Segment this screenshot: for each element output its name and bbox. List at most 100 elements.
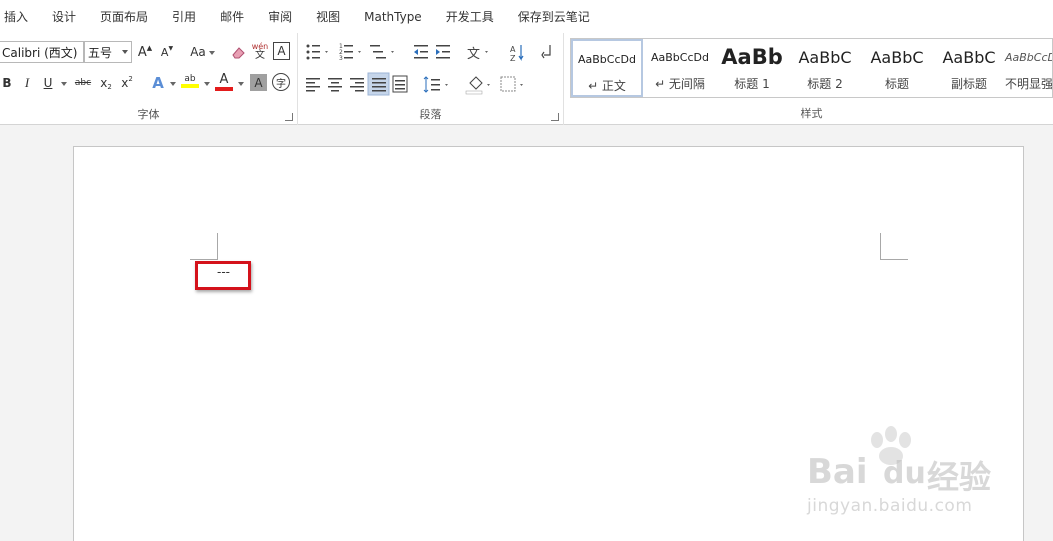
text-effects-button[interactable]: A <box>148 73 168 93</box>
style-preview: AaBbC <box>798 47 852 67</box>
style-heading-2[interactable]: AaBbC 标题 2 <box>789 39 861 97</box>
sort-icon: A Z <box>510 45 524 63</box>
character-shading-button[interactable]: A <box>250 74 267 91</box>
chinese-layout-icon: 文 <box>467 47 488 62</box>
style-heading-1[interactable]: AaBb 标题 1 <box>716 39 788 97</box>
margin-corner-top-right <box>880 233 881 260</box>
font-size-combo[interactable]: 五号 <box>84 41 132 63</box>
font-size-value: 五号 <box>88 46 113 60</box>
phonetic-guide-button[interactable]: wén 文 <box>250 41 270 61</box>
baidu-jingyan-watermark: Bai du 经验 jingyan.baidu.com <box>805 426 1005 521</box>
font-name-value: Calibri (西文) <box>2 46 78 60</box>
style-no-spacing[interactable]: AaBbCcDd ↵ 无间隔 <box>644 39 716 97</box>
style-name: ↵ 正文 <box>588 79 626 93</box>
font-color-dropdown-icon[interactable] <box>238 82 244 86</box>
style-subtle-emphasis[interactable]: AaBbCcDd 不明显强 <box>1005 39 1053 97</box>
ribbon: Calibri (西文) 五号 A ▲ A ▼ Aa wén 文 A B I U… <box>0 33 1053 125</box>
bold-button[interactable]: B <box>0 73 17 93</box>
tab-save-to-cloud-notes[interactable]: 保存到云笔记 <box>518 8 590 25</box>
style-name: ↵ 无间隔 <box>655 77 705 91</box>
paragraph-group-label: 段落 <box>419 108 442 121</box>
italic-button[interactable]: I <box>17 73 37 93</box>
tab-insert[interactable]: 插入 <box>4 8 28 25</box>
shading-icon <box>465 76 490 95</box>
style-preview: AaBbCcDd <box>651 50 709 64</box>
align-left-icon <box>306 78 320 92</box>
style-preview: AaBbCcDd <box>1005 50 1052 64</box>
tab-references[interactable]: 引用 <box>172 8 196 25</box>
margin-corner-top-left-h <box>190 259 217 260</box>
tab-view[interactable]: 视图 <box>316 8 340 25</box>
change-case-button[interactable]: Aa <box>186 42 210 62</box>
font-color-swatch <box>215 86 233 91</box>
increase-indent-icon <box>436 45 450 59</box>
style-name: 不明显强 <box>1005 77 1053 91</box>
subscript-button[interactable]: x2 <box>96 73 116 93</box>
style-preview: AaBbC <box>870 47 924 67</box>
svg-text:3: 3 <box>339 55 343 62</box>
multilevel-list-icon <box>370 45 394 59</box>
strikethrough-button[interactable]: abc <box>72 73 94 93</box>
highlight-color-button[interactable]: ab <box>180 71 200 91</box>
style-title[interactable]: AaBbC 标题 <box>861 39 933 97</box>
style-name: 标题 <box>884 77 909 91</box>
tab-mailings[interactable]: 邮件 <box>220 8 244 25</box>
bullets-icon <box>306 44 328 60</box>
style-name: 标题 1 <box>734 77 770 91</box>
change-case-dropdown-icon[interactable] <box>209 51 215 55</box>
paragraph-toolbar-icons: 1 2 3 文 A Z <box>306 43 551 96</box>
underline-dropdown-icon[interactable] <box>61 82 67 86</box>
tab-developer[interactable]: 开发工具 <box>446 8 494 25</box>
distributed-icon <box>392 75 408 93</box>
chevron-down-icon <box>122 50 128 54</box>
watermark-brand-du: du <box>883 456 926 491</box>
paragraph-dialog-launcher-icon[interactable] <box>551 113 559 121</box>
style-preview: AaBb <box>721 45 783 69</box>
watermark-brand: Bai <box>807 452 868 492</box>
style-subtitle[interactable]: AaBbC 副标题 <box>933 39 1005 97</box>
font-color-button[interactable]: A <box>214 71 234 91</box>
document-area: --- Bai du 经验 jingyan.baidu.com <box>0 126 1053 541</box>
character-border-button[interactable]: A <box>273 42 290 60</box>
numbering-icon: 1 2 3 <box>339 43 361 62</box>
style-preview: AaBbCcDd <box>578 52 636 66</box>
style-name: 标题 2 <box>807 77 843 91</box>
align-center-icon <box>328 78 342 92</box>
borders-icon <box>500 76 523 92</box>
style-normal[interactable]: AaBbCcDd ↵ 正文 <box>571 39 643 97</box>
text-effects-dropdown-icon[interactable] <box>170 82 176 86</box>
watermark-brand-cn: 经验 <box>927 458 992 496</box>
margin-corner-top-right-h <box>880 259 908 260</box>
tab-review[interactable]: 审阅 <box>268 8 292 25</box>
style-preview: AaBbC <box>942 47 996 67</box>
font-name-combo[interactable]: Calibri (西文) <box>0 41 84 63</box>
styles-gallery: AaBbCcDd ↵ 正文 AaBbCcDd ↵ 无间隔 AaBb 标题 1 A… <box>570 38 1053 98</box>
svg-text:文: 文 <box>467 47 480 62</box>
menu-tabs-bar: 插入 设计 页面布局 引用 邮件 审阅 视图 MathType 开发工具 保存到… <box>0 0 1053 33</box>
font-dialog-launcher-icon[interactable] <box>285 113 293 121</box>
clear-formatting-button[interactable] <box>228 42 248 62</box>
tab-mathtype[interactable]: MathType <box>364 10 422 24</box>
show-paragraph-marks-icon <box>541 45 551 59</box>
style-name: 副标题 <box>950 77 987 91</box>
svg-text:A: A <box>510 45 516 54</box>
highlight-swatch <box>181 84 199 88</box>
grow-font-button[interactable]: A ▲ <box>135 42 155 62</box>
superscript-button[interactable]: x2 <box>117 73 137 93</box>
tab-design[interactable]: 设计 <box>52 8 76 25</box>
styles-group-label: 样式 <box>800 107 823 120</box>
decrease-indent-icon <box>414 45 428 59</box>
watermark-url: jingyan.baidu.com <box>807 496 973 516</box>
svg-text:Z: Z <box>510 54 516 63</box>
annotation-highlight-box <box>195 261 251 290</box>
font-group-label: 字体 <box>137 108 160 121</box>
align-right-icon <box>350 78 364 92</box>
line-spacing-icon <box>423 76 448 93</box>
highlight-dropdown-icon[interactable] <box>204 82 210 86</box>
tab-page-layout[interactable]: 页面布局 <box>100 8 148 25</box>
underline-button[interactable]: U <box>38 73 58 93</box>
paragraph-group: 1 2 3 文 A Z 段落 <box>298 33 564 125</box>
enclose-characters-button[interactable]: 字 <box>272 73 290 91</box>
shrink-font-button[interactable]: A ▼ <box>157 42 177 62</box>
justify-active-bg <box>367 72 390 96</box>
